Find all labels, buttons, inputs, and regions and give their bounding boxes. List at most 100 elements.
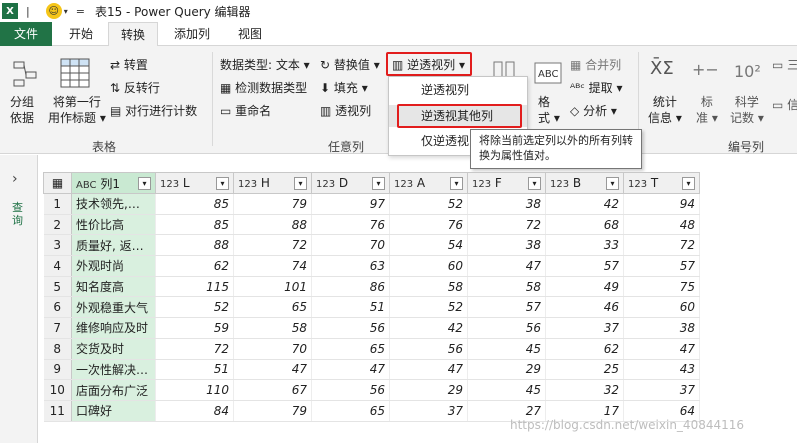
standard-button[interactable]: 标 准 ▾ xyxy=(696,94,718,126)
table-cell[interactable]: 外观稳重大气 xyxy=(71,296,156,319)
table-cell[interactable]: 52 xyxy=(389,296,468,319)
filter-dropdown-icon[interactable]: ▾ xyxy=(138,177,151,190)
table-cell[interactable]: 72 xyxy=(233,234,312,257)
use-first-row-as-headers-button[interactable]: 将第一行 用作标题 ▾ xyxy=(48,94,106,126)
column-header[interactable]: 123 L ▾ xyxy=(155,172,234,194)
queries-label[interactable]: 查询 xyxy=(12,201,26,227)
information-button[interactable]: ▭ 信 xyxy=(772,96,797,113)
table-cell[interactable]: 56 xyxy=(311,379,390,401)
tab-home[interactable]: 开始 xyxy=(58,22,104,46)
table-cell[interactable]: 85 xyxy=(155,214,234,236)
count-rows-button[interactable]: ▤ 对行进行计数 xyxy=(110,102,197,119)
table-cell[interactable]: 46 xyxy=(545,296,624,319)
table-cell[interactable]: 58 xyxy=(467,276,546,298)
table-row[interactable]: 5 知名度高 115 101 86 58 58 49 75 xyxy=(43,276,700,298)
table-menu-icon[interactable]: ▦ xyxy=(43,172,72,194)
table-row[interactable]: 6 外观稳重大气 52 65 51 52 57 46 60 xyxy=(43,296,700,319)
table-cell[interactable]: 43 xyxy=(623,359,700,381)
table-cell[interactable]: 外观时尚 xyxy=(71,255,156,277)
trigonometry-button[interactable]: ▭ 三 xyxy=(772,56,797,73)
table-cell[interactable]: 维修响应及时 xyxy=(71,317,156,339)
data-type-dropdown[interactable]: 数据类型: 文本 ▾ xyxy=(220,56,310,73)
smiley-icon[interactable]: ☺ xyxy=(45,3,62,19)
table-row[interactable]: 1 技术领先,… 85 79 97 52 38 42 94 xyxy=(43,193,700,215)
table-cell[interactable]: 店面分布广泛 xyxy=(71,379,156,401)
table-cell[interactable]: 97 xyxy=(311,193,390,215)
table-cell[interactable]: 42 xyxy=(389,317,468,339)
table-cell[interactable]: 72 xyxy=(467,214,546,236)
table-row[interactable]: 2 性价比高 85 88 76 76 72 68 48 xyxy=(43,214,700,236)
table-cell[interactable]: 一次性解决… xyxy=(71,359,156,381)
table-cell[interactable]: 57 xyxy=(545,255,624,277)
table-cell[interactable]: 75 xyxy=(623,276,700,298)
reverse-rows-button[interactable]: ⇅ 反转行 xyxy=(110,79,160,96)
transpose-button[interactable]: ⇄ 转置 xyxy=(110,56,148,73)
table-cell[interactable]: 65 xyxy=(311,400,390,422)
table-cell[interactable]: 性价比高 xyxy=(71,214,156,236)
table-cell[interactable]: 72 xyxy=(623,234,700,257)
column-header[interactable]: 123 F ▾ xyxy=(467,172,546,194)
table-cell[interactable]: 56 xyxy=(467,317,546,339)
filter-dropdown-icon[interactable]: ▾ xyxy=(294,177,307,190)
table-cell[interactable]: 交货及时 xyxy=(71,338,156,360)
filter-dropdown-icon[interactable]: ▾ xyxy=(606,177,619,190)
column-header[interactable]: 123 B ▾ xyxy=(545,172,624,194)
table-row[interactable]: 9 一次性解决… 51 47 47 47 29 25 43 xyxy=(43,359,700,381)
tab-view[interactable]: 视图 xyxy=(228,22,272,46)
table-cell[interactable]: 47 xyxy=(389,359,468,381)
table-cell[interactable]: 79 xyxy=(233,400,312,422)
table-cell[interactable]: 47 xyxy=(623,338,700,360)
table-cell[interactable]: 76 xyxy=(389,214,468,236)
table-row[interactable]: 7 维修响应及时 59 58 56 42 56 37 38 xyxy=(43,317,700,339)
table-row[interactable]: 3 质量好, 返… 88 72 70 54 38 33 72 xyxy=(43,234,700,257)
table-cell[interactable]: 37 xyxy=(623,379,700,401)
table-cell[interactable]: 49 xyxy=(545,276,624,298)
tab-transform[interactable]: 转换 xyxy=(108,22,158,47)
column-header[interactable]: 123 T ▾ xyxy=(623,172,700,194)
table-cell[interactable]: 技术领先,… xyxy=(71,193,156,215)
tab-add-column[interactable]: 添加列 xyxy=(164,22,220,46)
format-button[interactable]: 格 式 ▾ xyxy=(538,94,560,126)
fill-button[interactable]: ⬇ 填充 ▾ xyxy=(320,79,368,96)
table-cell[interactable]: 56 xyxy=(389,338,468,360)
table-cell[interactable]: 45 xyxy=(467,379,546,401)
filter-dropdown-icon[interactable]: ▾ xyxy=(450,177,463,190)
table-cell[interactable]: 42 xyxy=(545,193,624,215)
table-row[interactable]: 10 店面分布广泛 110 67 56 29 45 32 37 xyxy=(43,379,700,401)
menu-item-unpivot-columns[interactable]: 逆透视列 xyxy=(389,79,527,101)
table-cell[interactable]: 70 xyxy=(233,338,312,360)
table-cell[interactable]: 37 xyxy=(389,400,468,422)
table-cell[interactable]: 51 xyxy=(155,359,234,381)
table-cell[interactable]: 47 xyxy=(311,359,390,381)
table-cell[interactable]: 88 xyxy=(233,214,312,236)
table-cell[interactable]: 62 xyxy=(545,338,624,360)
table-cell[interactable]: 94 xyxy=(623,193,700,215)
table-cell[interactable]: 29 xyxy=(389,379,468,401)
table-cell[interactable]: 47 xyxy=(233,359,312,381)
table-cell[interactable]: 48 xyxy=(623,214,700,236)
qat-dropdown-icon[interactable]: ▾ xyxy=(64,7,68,16)
table-cell[interactable]: 115 xyxy=(155,276,234,298)
replace-values-button[interactable]: ↻ 替换值 ▾ xyxy=(320,56,380,73)
table-cell[interactable]: 37 xyxy=(545,317,624,339)
table-cell[interactable]: 32 xyxy=(545,379,624,401)
table-cell[interactable]: 25 xyxy=(545,359,624,381)
table-cell[interactable]: 85 xyxy=(155,193,234,215)
filter-dropdown-icon[interactable]: ▾ xyxy=(372,177,385,190)
column-header[interactable]: 123 H ▾ xyxy=(233,172,312,194)
rename-button[interactable]: ▭ 重命名 xyxy=(220,102,271,119)
merge-columns-button[interactable]: ▦ 合并列 xyxy=(570,56,621,73)
column-header[interactable]: 123 A ▾ xyxy=(389,172,468,194)
statistics-button[interactable]: 统计 信息 ▾ xyxy=(648,94,682,126)
table-cell[interactable]: 76 xyxy=(311,214,390,236)
table-cell[interactable]: 65 xyxy=(233,296,312,319)
table-cell[interactable]: 54 xyxy=(389,234,468,257)
table-cell[interactable]: 68 xyxy=(545,214,624,236)
table-cell[interactable]: 57 xyxy=(623,255,700,277)
table-cell[interactable]: 79 xyxy=(233,193,312,215)
table-cell[interactable]: 33 xyxy=(545,234,624,257)
table-cell[interactable]: 59 xyxy=(155,317,234,339)
table-cell[interactable]: 101 xyxy=(233,276,312,298)
scientific-button[interactable]: 科学 记数 ▾ xyxy=(730,94,764,126)
table-cell[interactable]: 65 xyxy=(311,338,390,360)
